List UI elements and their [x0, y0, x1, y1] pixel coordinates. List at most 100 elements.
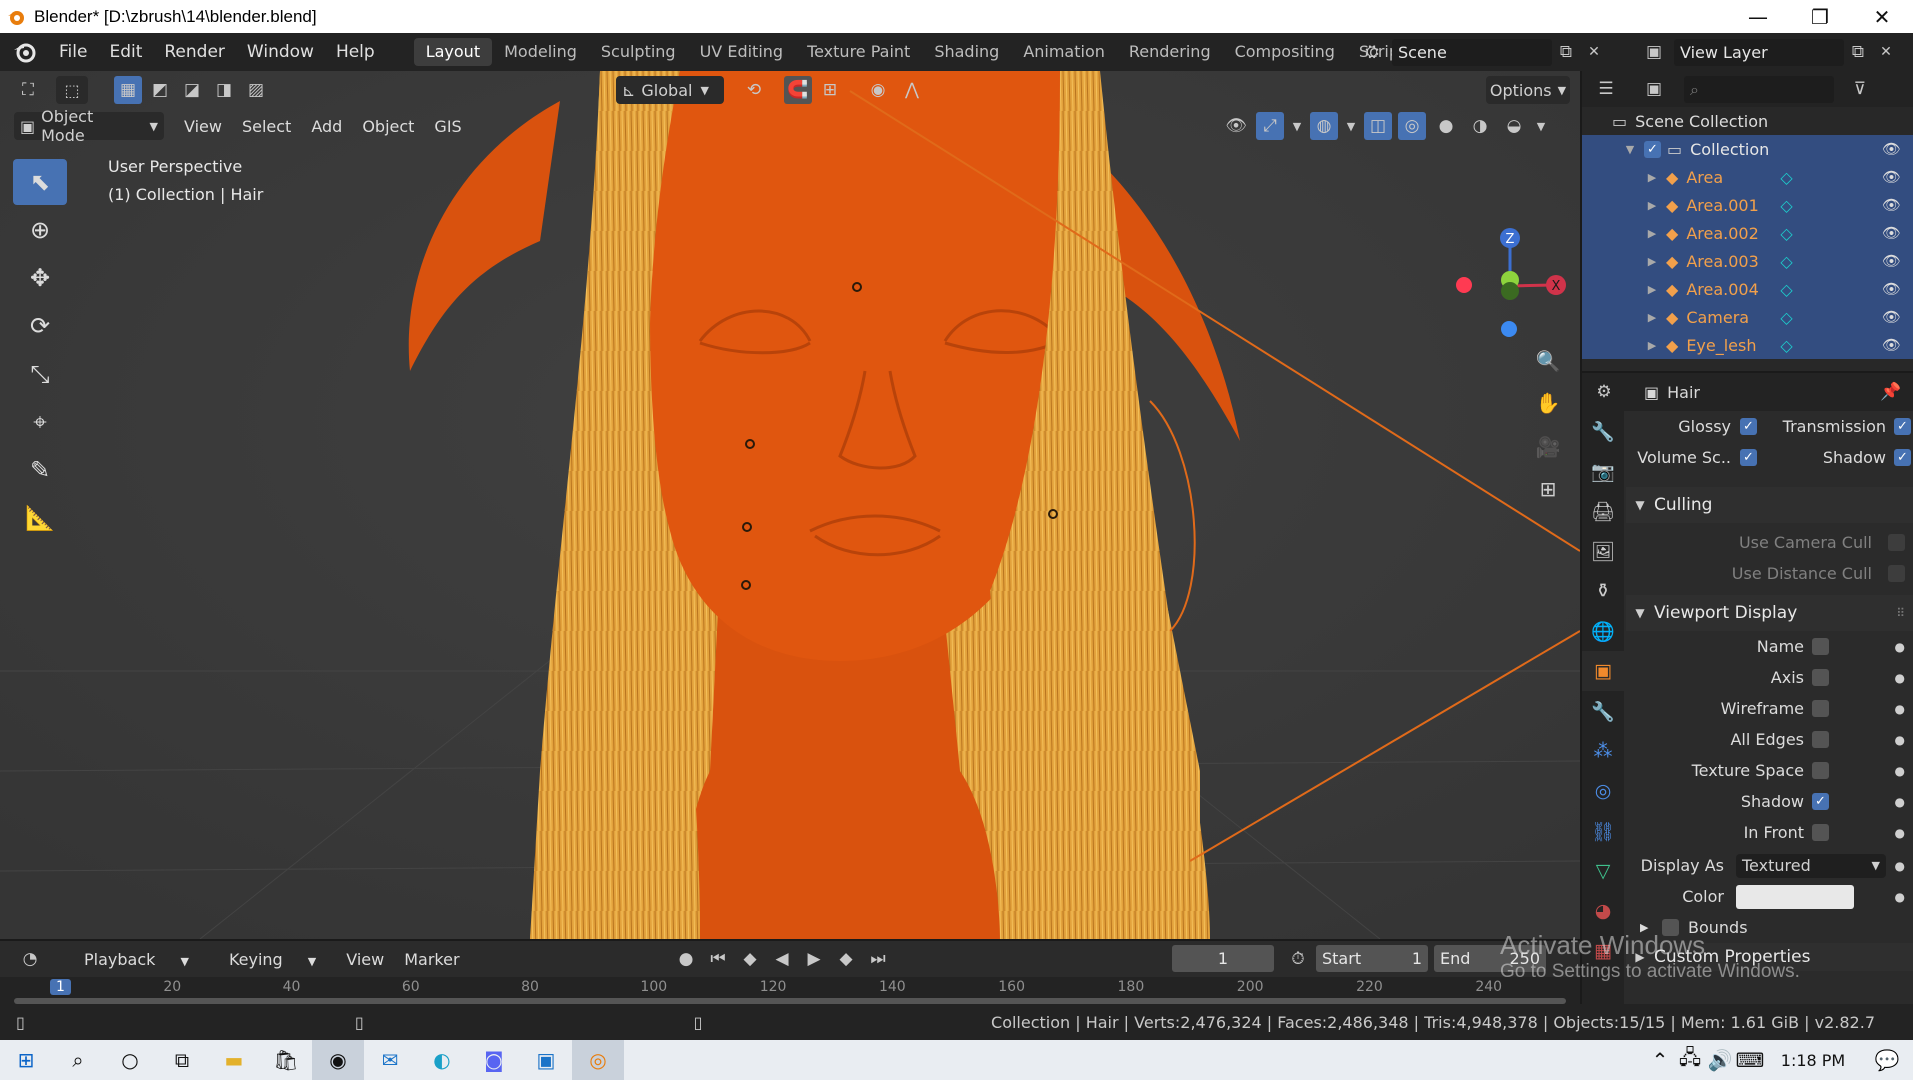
maximize-button[interactable]: ❐	[1789, 0, 1851, 33]
cursor-tool-icon[interactable]: ⊕	[13, 207, 67, 253]
outliner-item[interactable]: ▶ ◆ Eye_lesh ◇ 👁	[1582, 331, 1913, 359]
outliner-search-input[interactable]: ⌕	[1684, 75, 1834, 103]
rotate-tool-icon[interactable]: ⟳	[13, 303, 67, 349]
play-icon[interactable]: ▶	[800, 945, 828, 973]
move-tool-icon[interactable]: ✥	[13, 255, 67, 301]
vp-menu-object[interactable]: Object	[352, 117, 424, 136]
rendered-shading-icon[interactable]: ◒	[1500, 112, 1528, 140]
tab-layout[interactable]: Layout	[413, 38, 493, 66]
viewport-display-checkbox[interactable]	[1812, 824, 1829, 841]
task-view-icon[interactable]: ⧉	[156, 1040, 208, 1080]
eye-icon[interactable]: 👁	[1882, 196, 1901, 214]
view-layer-icon[interactable]: ▣	[1640, 38, 1668, 66]
menu-render[interactable]: Render	[153, 33, 236, 71]
select-extend-icon[interactable]: ◩	[146, 76, 174, 104]
select-intersect-icon[interactable]: ▨	[242, 76, 270, 104]
record-icon[interactable]: ●	[672, 945, 700, 973]
particles-tab-icon[interactable]: ⁂	[1582, 731, 1624, 771]
xray-toggle-icon[interactable]: ◫	[1364, 112, 1392, 140]
chevron-down-icon[interactable]: ▼	[1534, 112, 1548, 140]
collapse-arrow-icon[interactable]: ▼	[1622, 143, 1638, 156]
modifier-tab-icon[interactable]: 🔧	[1582, 691, 1624, 731]
constraints-tab-icon[interactable]: ⛓	[1582, 811, 1624, 851]
eye-icon[interactable]: 👁	[1882, 140, 1901, 158]
vp-menu-add[interactable]: Add	[301, 117, 352, 136]
jump-end-icon[interactable]: ⏭	[864, 945, 892, 973]
keyframe-dot-icon[interactable]: ●	[1895, 826, 1905, 840]
keyframe-dot-icon[interactable]: ●	[1895, 859, 1905, 873]
filter-icon[interactable]: ⊽	[1846, 75, 1874, 103]
language-icon[interactable]: ⌨	[1735, 1040, 1765, 1080]
chrome-icon[interactable]: ◉	[312, 1040, 364, 1080]
chevron-down-icon[interactable]: ▼	[1290, 112, 1304, 140]
view-layer-field[interactable]: View Layer	[1674, 38, 1844, 66]
drag-handle-icon[interactable]: ⠿	[1896, 606, 1905, 620]
outliner-item[interactable]: ▶ ◆ Camera ◇ 👁	[1582, 303, 1913, 331]
select-subtract-icon[interactable]: ◪	[178, 76, 206, 104]
minimize-button[interactable]: —	[1727, 0, 1789, 33]
tool-tab-icon[interactable]: 🔧	[1582, 411, 1624, 451]
volume-scatter-checkbox[interactable]: ✓	[1740, 449, 1757, 466]
render-tab-icon[interactable]: 📷	[1582, 451, 1624, 491]
expand-arrow-icon[interactable]: ▶	[1644, 171, 1660, 184]
timeline-menu-keying[interactable]: Keying ▼	[209, 950, 336, 969]
keyframe-dot-icon[interactable]: ●	[1895, 671, 1905, 685]
new-scene-icon[interactable]: ⧉	[1552, 38, 1580, 66]
tab-animation[interactable]: Animation	[1011, 38, 1117, 66]
scene-tab-icon[interactable]: ⚱	[1582, 571, 1624, 611]
object-data-tab-icon[interactable]: ▽	[1582, 851, 1624, 891]
solid-shading-icon[interactable]: ●	[1432, 112, 1460, 140]
tab-sculpting[interactable]: Sculpting	[589, 38, 688, 66]
jump-start-icon[interactable]: ⏮	[704, 945, 732, 973]
display-as-dropdown[interactable]: Textured ▼	[1736, 853, 1886, 878]
material-shading-icon[interactable]: ◑	[1466, 112, 1494, 140]
pan-hand-icon[interactable]: ✋	[1530, 385, 1566, 421]
scene-name-field[interactable]: Scene	[1392, 38, 1552, 66]
viewport-display-checkbox[interactable]	[1812, 700, 1829, 717]
glossy-checkbox[interactable]: ✓	[1740, 418, 1757, 435]
expand-arrow-icon[interactable]: ▶	[1644, 255, 1660, 268]
keyframe-dot-icon[interactable]: ●	[1895, 795, 1905, 809]
taskbar-clock[interactable]: 1:18 PM	[1765, 1051, 1861, 1070]
select-box-tool-icon[interactable]: ⬉	[13, 159, 67, 205]
stopwatch-icon[interactable]: ⏱	[1284, 945, 1312, 973]
outliner-collection[interactable]: ▼ ✓ ▭ Collection 👁	[1582, 135, 1913, 163]
keyframe-dot-icon[interactable]: ●	[1895, 764, 1905, 778]
outliner-editor-icon[interactable]: ☰	[1592, 75, 1620, 103]
expand-arrow-icon[interactable]: ▶	[1644, 339, 1660, 352]
viewport-display-checkbox[interactable]: ✓	[1812, 793, 1829, 810]
vp-menu-select[interactable]: Select	[232, 117, 301, 136]
material-tab-icon[interactable]: ◕	[1582, 891, 1624, 931]
eye-icon[interactable]: 👁	[1882, 280, 1901, 298]
expand-arrow-icon[interactable]: ▶	[1644, 199, 1660, 212]
timeline-editor-icon[interactable]: ◔	[16, 945, 44, 973]
next-keyframe-icon[interactable]: ◆	[832, 945, 860, 973]
eye-icon[interactable]: 👁	[1882, 336, 1901, 354]
shadow-visibility-checkbox[interactable]: ✓	[1894, 449, 1911, 466]
annotate-tool-icon[interactable]: ✎	[13, 447, 67, 493]
mail-icon[interactable]: ✉	[364, 1040, 416, 1080]
prev-keyframe-icon[interactable]: ◆	[736, 945, 764, 973]
color-swatch[interactable]	[1736, 884, 1854, 909]
gizmo-toggle-icon[interactable]: ⤢	[1256, 112, 1284, 140]
edge-icon[interactable]: ◐	[416, 1040, 468, 1080]
outliner-scene-collection[interactable]: ▭ Scene Collection	[1582, 107, 1913, 135]
3d-viewport[interactable]: ⛶ ⬚ ▦ ◩ ◪ ◨ ▨ ⊾ Global ▼ ⟲ 🧲 ⊞ ◉ ⋀ Optio…	[0, 71, 1580, 939]
eye-icon[interactable]: 👁	[1882, 252, 1901, 270]
viewport-display-checkbox[interactable]	[1812, 731, 1829, 748]
ortho-toggle-icon[interactable]: ⊞	[1530, 471, 1566, 507]
start-frame-field[interactable]: Start 1	[1316, 945, 1428, 972]
tray-chevron-up-icon[interactable]: ⌃	[1645, 1040, 1675, 1080]
transform-orientation-dropdown[interactable]: ⊾ Global ▼	[616, 76, 724, 104]
eye-icon[interactable]: 👁	[1882, 168, 1901, 186]
collection-exclude-checkbox[interactable]: ✓	[1644, 140, 1661, 158]
object-tab-icon[interactable]: ▣	[1582, 651, 1624, 691]
pivot-point-icon[interactable]: ⟲	[740, 76, 768, 104]
keyframe-dot-icon[interactable]: ●	[1895, 640, 1905, 654]
culling-panel-header[interactable]: ▼ Culling	[1626, 487, 1913, 523]
tab-texture-paint[interactable]: Texture Paint	[795, 38, 922, 66]
viewport-display-checkbox[interactable]	[1812, 638, 1829, 655]
volume-icon[interactable]: 🔊	[1705, 1040, 1735, 1080]
world-tab-icon[interactable]: 🌐	[1582, 611, 1624, 651]
menu-file[interactable]: File	[48, 33, 98, 71]
